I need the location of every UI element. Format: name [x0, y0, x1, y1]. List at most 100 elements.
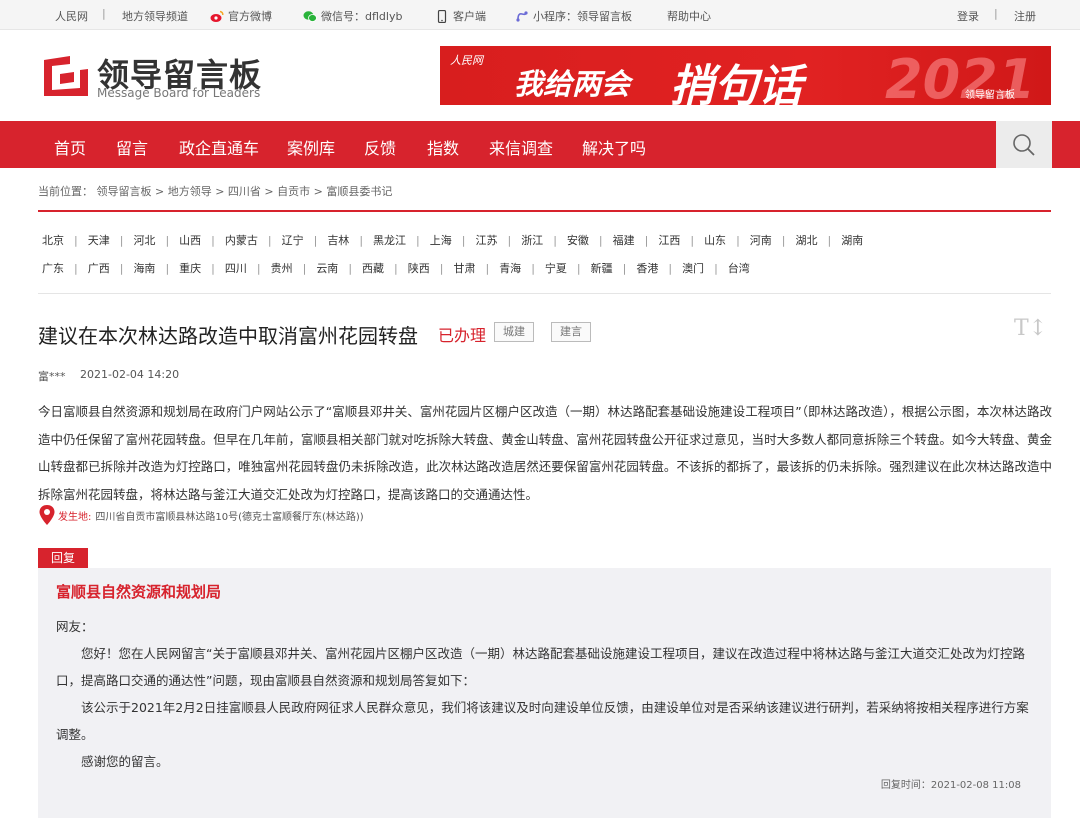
wechat-link[interactable]: 微信号：dfldlyb	[303, 8, 402, 24]
divider: |	[313, 234, 318, 247]
divider: |	[267, 234, 272, 247]
province-link[interactable]: 辽宁	[282, 232, 304, 248]
logo-subtitle: Message Board for Leaders	[97, 86, 261, 100]
divider: |	[507, 234, 512, 247]
weibo-icon	[210, 10, 224, 22]
province-link[interactable]: 重庆	[179, 260, 201, 276]
nav-item-feedback[interactable]: 反馈	[364, 135, 396, 159]
province-row: 广东 | 广西 | 海南 | 重庆 | 四川 | 贵州 | 云南 | 西藏 | 陕西 | 甘肃 | 青海 | 宁夏 | 新疆 | 香…	[42, 260, 750, 276]
message-author: 富***	[38, 370, 66, 383]
province-link[interactable]: 内蒙古	[225, 232, 258, 248]
location-info: 发生地: 四川省自贡市富顺县林达路10号(德克士富顺餐厅东(林达路))	[38, 503, 364, 527]
help-link[interactable]: 帮助中心	[667, 8, 711, 24]
nav-item-solved[interactable]: 解决了吗	[582, 135, 646, 159]
reply-organization[interactable]: 富顺县自然资源和规划局	[56, 581, 221, 602]
location-text: 四川省自贡市富顺县林达路10号(德克士富顺餐厅东(林达路))	[95, 511, 364, 523]
province-link[interactable]: 陕西	[408, 260, 430, 276]
province-link[interactable]: 上海	[430, 232, 452, 248]
reply-badge: 回复	[38, 548, 88, 568]
province-link[interactable]: 江苏	[475, 232, 497, 248]
divider: |	[781, 234, 786, 247]
ad-banner[interactable]: 人民网 我给两会 捎句话 2021 领导留言板	[440, 46, 1051, 105]
province-link[interactable]: 吉林	[327, 232, 349, 248]
divider: |	[622, 262, 627, 275]
divider: |	[165, 262, 170, 275]
tag-urban[interactable]: 城建	[494, 322, 534, 342]
province-link[interactable]: 北京	[42, 232, 64, 248]
nav-item-survey[interactable]: 来信调查	[489, 135, 553, 159]
province-link[interactable]: 青海	[499, 260, 521, 276]
province-link[interactable]: 江西	[658, 232, 680, 248]
wechat-label: 微信号：dfldlyb	[321, 10, 403, 23]
tag-suggestion[interactable]: 建言	[551, 322, 591, 342]
province-link[interactable]: 甘肃	[453, 260, 475, 276]
province-link[interactable]: 四川	[225, 260, 247, 276]
divider: |	[531, 262, 535, 275]
message-body: 今日富顺县自然资源和规划局在政府门户网站公示了“富顺县邓井关、富州花园片区棚户区…	[38, 404, 1052, 502]
nav-item-home[interactable]: 首页	[54, 135, 86, 159]
miniprogram-link[interactable]: 小程序：领导留言板	[515, 8, 632, 24]
divider: |	[348, 262, 353, 275]
search-icon	[1013, 134, 1035, 156]
province-link[interactable]: 广东	[42, 260, 64, 276]
banner-small-text: 领导留言板	[965, 90, 1015, 101]
people-link[interactable]: 人民网	[55, 8, 88, 24]
logo-icon[interactable]	[40, 52, 90, 98]
divider: |	[211, 262, 215, 275]
nav-item-enterprise[interactable]: 政企直通车	[179, 135, 259, 159]
province-link[interactable]: 山西	[179, 232, 201, 248]
province-link[interactable]: 安徽	[567, 232, 589, 248]
login-link[interactable]: 登录	[957, 8, 979, 24]
divider: |	[439, 262, 444, 275]
reply-time-label: 回复时间：	[880, 780, 931, 791]
province-link[interactable]: 云南	[316, 260, 338, 276]
location-pin-icon	[39, 505, 55, 525]
province-link[interactable]: 宁夏	[545, 260, 567, 276]
channel-link[interactable]: 地方领导频道	[122, 8, 188, 24]
province-link[interactable]: 黑龙江	[373, 232, 406, 248]
province-link[interactable]: 澳门	[682, 260, 704, 276]
location-label: 发生地:	[58, 511, 92, 523]
province-link[interactable]: 天津	[88, 232, 110, 248]
reply-paragraph: 您好！您在人民网留言“关于富顺县邓井关、富州花园片区棚户区改造（一期）林达路配套…	[56, 646, 1025, 688]
province-link[interactable]: 福建	[613, 232, 635, 248]
province-link[interactable]: 台湾	[728, 260, 750, 276]
divider: |	[394, 262, 398, 275]
message-date: 2021-02-04 14:20	[80, 368, 180, 381]
font-size-toggle-icon[interactable]: T↕	[1014, 316, 1047, 341]
divider: |	[736, 234, 740, 247]
divider: |	[644, 234, 649, 247]
banner-main-text: 我给两会	[514, 67, 631, 101]
main-nav: 首页 留言 政企直通车 案例库 反馈 指数 来信调查 解决了吗	[0, 121, 1080, 168]
province-link[interactable]: 香港	[636, 260, 658, 276]
divider: |	[74, 262, 78, 275]
province-link[interactable]: 西藏	[362, 260, 384, 276]
province-link[interactable]: 浙江	[521, 232, 543, 248]
nav-item-message[interactable]: 留言	[116, 135, 148, 159]
province-link[interactable]: 河南	[750, 232, 772, 248]
client-link[interactable]: 客户端	[435, 8, 486, 24]
reply-time-value: 2021-02-08 11:08	[930, 780, 1021, 791]
reply-paragraph: 感谢您的留言。	[81, 754, 169, 769]
weibo-label: 官方微博	[228, 10, 272, 23]
province-link[interactable]: 湖北	[796, 232, 818, 248]
nav-item-index[interactable]: 指数	[427, 135, 459, 159]
divider: |	[119, 234, 124, 247]
breadcrumb[interactable]: 当前位置： 领导留言板 > 地方领导 > 四川省 > 自贡市 > 富顺县委书记	[38, 183, 392, 199]
weibo-link[interactable]: 官方微博	[210, 8, 272, 24]
province-link[interactable]: 贵州	[271, 260, 293, 276]
province-link[interactable]: 河北	[133, 232, 155, 248]
divider	[38, 293, 1051, 294]
phone-icon	[437, 9, 447, 23]
province-link[interactable]: 广西	[88, 260, 110, 276]
search-button[interactable]	[996, 121, 1052, 168]
divider: |	[119, 262, 124, 275]
province-link[interactable]: 山东	[704, 232, 726, 248]
register-link[interactable]: 注册	[1014, 8, 1036, 24]
divider: |	[690, 234, 695, 247]
province-link[interactable]: 新疆	[591, 260, 613, 276]
top-bar: 人民网 | 地方领导频道 官方微博 微信号：dfldlyb 客户端 小程序：领导…	[0, 0, 1080, 30]
province-link[interactable]: 海南	[133, 260, 155, 276]
province-link[interactable]: 湖南	[841, 232, 863, 248]
nav-item-cases[interactable]: 案例库	[287, 135, 335, 159]
